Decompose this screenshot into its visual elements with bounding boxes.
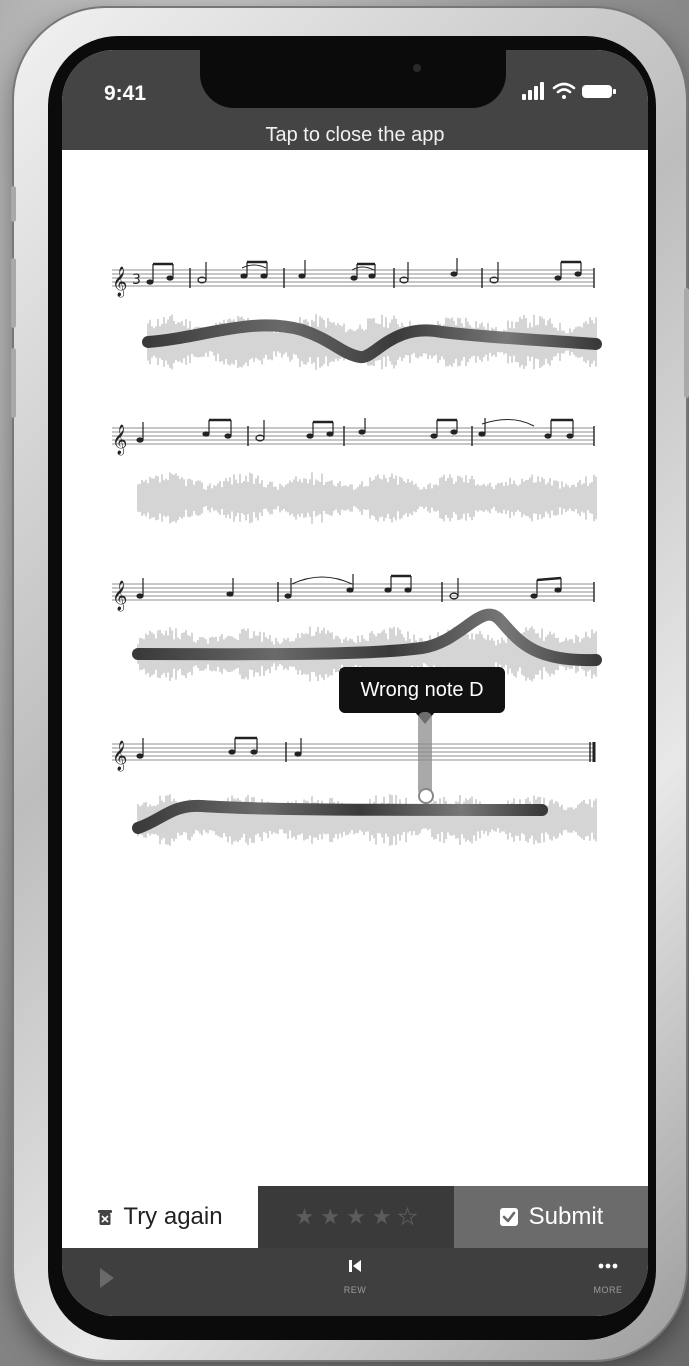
battery-icon bbox=[582, 85, 616, 98]
status-bar[interactable]: 9:41 Tap to close the app bbox=[62, 50, 648, 150]
star-icon[interactable]: ★ bbox=[320, 1204, 340, 1230]
error-tooltip: Wrong note D bbox=[339, 667, 505, 713]
volume-down-button bbox=[11, 348, 16, 418]
status-icons bbox=[522, 82, 616, 100]
playhead-handle[interactable] bbox=[418, 788, 434, 804]
treble-clef-icon: 𝄞 bbox=[112, 740, 127, 772]
star-icon[interactable]: ★ bbox=[372, 1204, 392, 1230]
silent-switch bbox=[11, 186, 16, 222]
treble-clef-icon: 𝄞 bbox=[112, 424, 127, 456]
staff-4: 𝄞 bbox=[112, 736, 596, 772]
rewind-label: REW bbox=[343, 1285, 367, 1295]
submit-button[interactable]: Submit bbox=[454, 1186, 648, 1248]
power-button bbox=[684, 288, 689, 398]
more-label: MORE bbox=[593, 1285, 623, 1295]
app-screen: 9:41 Tap to close the app 𝄞 3 𝄞 𝄞 𝄞 Wron… bbox=[62, 50, 648, 1316]
trash-icon bbox=[97, 1208, 113, 1226]
camera-dot bbox=[413, 64, 421, 72]
svg-text:3: 3 bbox=[132, 272, 141, 288]
star-outline-icon[interactable]: ★ bbox=[397, 1204, 418, 1230]
pitch-curve-3 bbox=[132, 608, 602, 667]
rewind-button[interactable]: REW bbox=[338, 1258, 372, 1295]
staff-3: 𝄞 bbox=[112, 574, 595, 612]
try-again-button[interactable]: Try again bbox=[62, 1186, 258, 1248]
star-icon[interactable]: ★ bbox=[295, 1204, 315, 1230]
play-icon[interactable] bbox=[100, 1268, 114, 1288]
treble-clef-icon: 𝄞 bbox=[112, 580, 127, 612]
try-again-label: Try again bbox=[123, 1203, 223, 1230]
more-button[interactable]: MORE bbox=[586, 1258, 630, 1295]
star-rating[interactable]: ★ ★ ★ ★ ★ bbox=[258, 1186, 454, 1248]
submit-label: Submit bbox=[528, 1203, 604, 1230]
signal-icon bbox=[522, 82, 544, 100]
status-time: 9:41 bbox=[104, 82, 147, 105]
star-icon[interactable]: ★ bbox=[346, 1204, 366, 1230]
close-app-hint[interactable]: Tap to close the app bbox=[62, 124, 648, 147]
playhead-scrubber[interactable] bbox=[418, 712, 432, 796]
staff-2: 𝄞 bbox=[112, 418, 595, 456]
wifi-icon bbox=[552, 82, 576, 99]
volume-up-button bbox=[11, 258, 16, 328]
notch bbox=[200, 50, 506, 108]
treble-clef-icon: 𝄞 bbox=[112, 266, 127, 298]
skip-back-icon bbox=[349, 1260, 361, 1272]
more-icon bbox=[598, 1263, 618, 1269]
bottom-toolbar: REW MORE bbox=[62, 1248, 648, 1316]
staff-1: 𝄞 3 bbox=[112, 258, 595, 298]
clipboard-check-icon bbox=[499, 1207, 519, 1227]
action-bar: Try again ★ ★ ★ ★ ★ Submit bbox=[62, 1186, 648, 1248]
